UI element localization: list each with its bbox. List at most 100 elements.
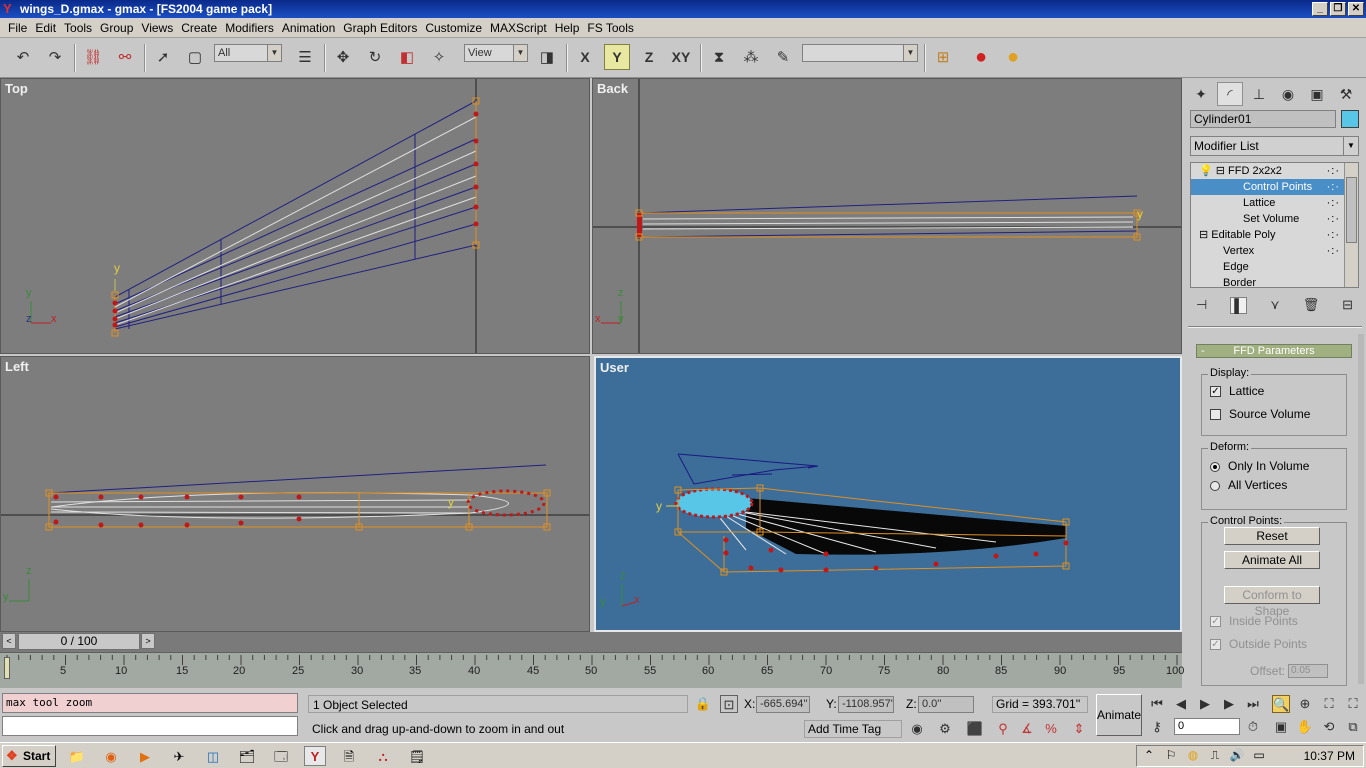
arc-rotate-icon[interactable]: ⟲ [1320,718,1338,736]
create-tab-icon[interactable]: ✦ [1188,82,1214,106]
ffd-parameters-rollout[interactable]: - FFD Parameters [1196,344,1352,358]
source-volume-checkbox[interactable]: Source Volume [1210,407,1310,421]
reference-coordinate-dropdown[interactable]: View ▼ [464,44,528,62]
viewport-back[interactable]: Back y z x y [592,78,1182,354]
menu-help[interactable]: Help [551,18,584,38]
selection-filter-dropdown[interactable]: All ▼ [214,44,282,62]
next-frame-icon[interactable]: ▶ [1220,695,1238,713]
app-icon-blue[interactable]: ◫ [202,746,224,766]
document-icon[interactable]: 🗎 [338,746,360,766]
schematic-view-icon[interactable]: ⊞ [930,44,956,70]
zoom-extents-icon[interactable]: ⛶ [1320,695,1338,713]
menu-fs-tools[interactable]: FS Tools [583,18,637,38]
time-slider-thumb[interactable]: 0 / 100 [18,633,140,650]
object-color-swatch[interactable] [1341,110,1359,128]
menu-tools[interactable]: Tools [60,18,96,38]
zoom-all-icon[interactable]: ⊕ [1296,695,1314,713]
lock-selection-icon[interactable]: 🔒 [694,695,712,713]
offset-spinner[interactable]: 0.05 [1288,664,1328,678]
restrict-xy-button[interactable]: XY [668,44,694,70]
percent-snap-icon[interactable]: % [1042,720,1060,738]
folder-icon[interactable]: 🗂 [236,746,258,766]
start-button[interactable]: ❖ Start [2,745,56,767]
display-tab-icon[interactable]: ▣ [1304,82,1330,106]
flag-icon[interactable]: ⚐ [1163,748,1179,762]
align-icon[interactable]: ✎ [770,44,796,70]
region-zoom-icon[interactable]: ▣ [1272,718,1290,736]
gmax-app-icon[interactable]: Y [3,2,17,16]
restrict-z-button[interactable]: Z [636,44,662,70]
select-and-manipulate-icon[interactable]: ✧ [426,44,452,70]
menu-views[interactable]: Views [137,18,177,38]
network-icon[interactable]: ⎍ [1207,748,1223,763]
stack-item-lattice[interactable]: Lattice ·:· [1191,195,1358,211]
box-mode-icon[interactable]: ⬛ [966,720,984,738]
hierarchy-tab-icon[interactable]: ⊥ [1246,82,1272,106]
battery-icon[interactable]: ▭ [1251,748,1267,762]
collapse-icon[interactable]: ⊟ [1216,165,1225,177]
quick-render-icon[interactable]: ● [1000,44,1026,70]
select-and-move-icon[interactable]: ✥ [330,44,356,70]
shaded-viewport-icon[interactable]: ◉ [908,720,926,738]
collapse-icon[interactable]: ⊟ [1199,229,1208,241]
zoom-extents-all-icon[interactable]: ⛶ [1344,695,1362,713]
utilities-tab-icon[interactable]: ⚒ [1333,82,1359,106]
media-player-icon[interactable]: ▶ [134,746,156,766]
array-icon[interactable]: ⁂ [738,44,764,70]
restrict-x-button[interactable]: X [572,44,598,70]
menu-edit[interactable]: Edit [31,18,60,38]
play-icon[interactable]: ▶ [1196,695,1214,713]
outside-points-checkbox[interactable]: ✓ Outside Points [1210,637,1307,651]
y-coord-field[interactable]: -1108.957' [838,696,894,713]
previous-frame-icon[interactable]: ◀ [1172,695,1190,713]
spinner-snap-icon[interactable]: ⇕ [1070,720,1088,738]
zoom-icon[interactable]: 🔍 [1272,695,1290,713]
pin-stack-icon[interactable]: ⊣ [1196,297,1207,313]
min-max-toggle-icon[interactable]: ⧉ [1344,718,1362,736]
select-and-rotate-icon[interactable]: ↻ [362,44,388,70]
time-configuration-icon[interactable]: ⏱ [1244,718,1262,736]
tray-expand-icon[interactable]: ⌃ [1141,748,1157,762]
viewport-left[interactable]: Left y z y [0,356,590,632]
stack-scrollbar[interactable] [1344,163,1358,287]
unlink-icon[interactable]: ⚯ [112,44,138,70]
redo-icon[interactable]: ↷ [42,44,68,70]
named-selection-dropdown[interactable]: ▼ [802,44,918,62]
minimize-button[interactable]: _ [1312,2,1328,16]
volume-icon[interactable]: 🔊 [1229,748,1245,762]
notepad-icon[interactable]: 🗒 [406,746,428,766]
mirror-icon[interactable]: ⧗ [706,44,732,70]
settings-gear-icon[interactable]: ⚙ [936,720,954,738]
go-to-start-icon[interactable]: ⏮ [1148,695,1166,713]
restrict-y-button[interactable]: Y [604,44,630,70]
absolute-transform-icon[interactable]: ⊡ [720,695,738,713]
object-name-field[interactable]: Cylinder01 [1190,110,1336,128]
select-and-link-icon[interactable]: ⛓ [80,44,106,70]
render-scene-icon[interactable]: ● [968,44,994,70]
snap-toggle-icon[interactable]: ⚲ [994,720,1012,738]
modify-tab-icon[interactable]: ◜ [1217,82,1243,106]
modifier-list-dropdown[interactable]: Modifier List ▼ [1190,136,1359,156]
menu-animation[interactable]: Animation [278,18,339,38]
restore-button[interactable]: ❐ [1330,2,1346,16]
stack-item-set-volume[interactable]: Set Volume ·:· [1191,211,1358,227]
remove-modifier-icon[interactable]: 🗑 [1303,297,1320,313]
stack-item-edge[interactable]: Edge [1191,259,1358,275]
menu-graph-editors[interactable]: Graph Editors [339,18,421,38]
maxscript-listener-input[interactable] [2,716,298,736]
undo-icon[interactable]: ↶ [10,44,36,70]
stack-item-ffd[interactable]: 💡 ⊟ FFD 2x2x2 ·:· [1191,163,1358,179]
motion-tab-icon[interactable]: ◉ [1275,82,1301,106]
all-vertices-radio[interactable]: All Vertices [1210,478,1287,492]
stack-item-control-points[interactable]: Control Points ·:· [1191,179,1358,195]
firefox-icon[interactable]: ◉ [100,746,122,766]
reset-button[interactable]: Reset [1224,527,1320,545]
pan-icon[interactable]: ✋ [1296,718,1314,736]
animate-button[interactable]: Animate [1096,694,1142,736]
select-by-name-icon[interactable]: ☰ [292,44,318,70]
time-slider-prev-button[interactable]: < [2,633,16,649]
make-unique-icon[interactable]: ⋎ [1270,297,1280,313]
viewport-user[interactable]: User y z y x [594,356,1182,632]
gmax-task-icon[interactable]: Y [304,746,326,766]
viewport-top[interactable]: Top y y z x [0,78,590,354]
